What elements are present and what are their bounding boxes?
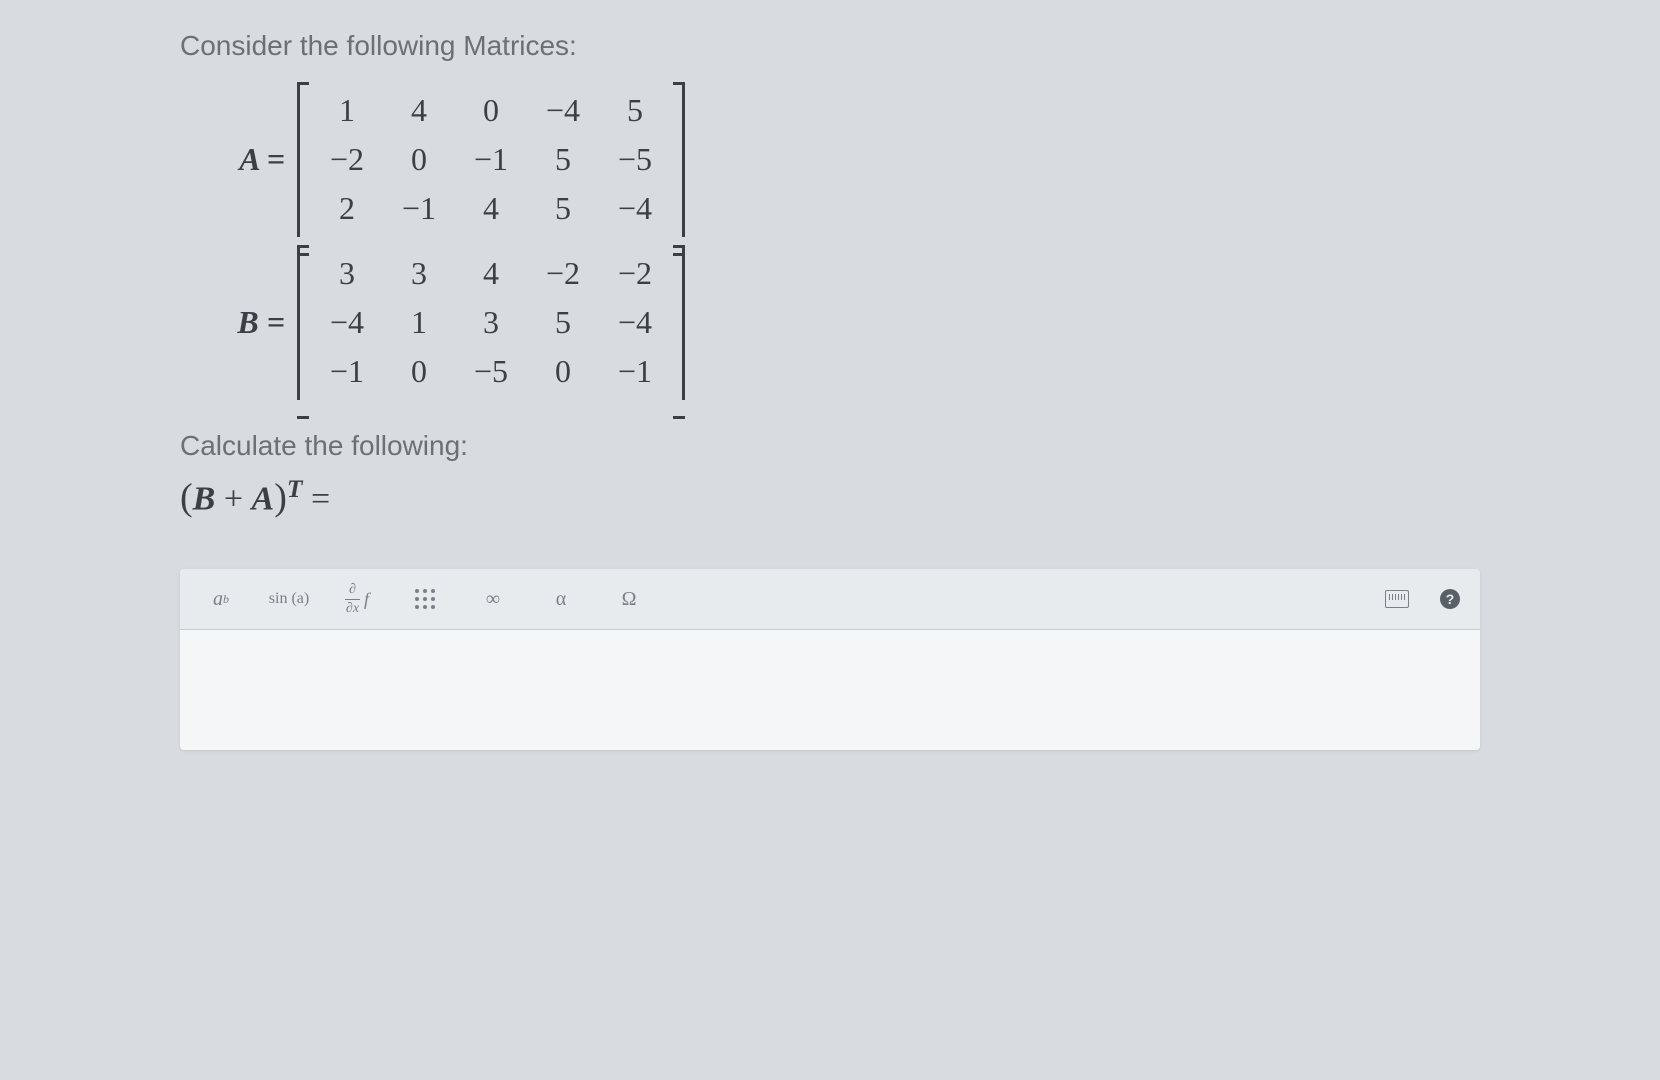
plus-sign: + <box>215 480 251 517</box>
formula: (B + A)T = <box>180 474 1480 519</box>
matrix-cell: −4 <box>329 304 365 341</box>
matrix-cell: 3 <box>473 304 509 341</box>
matrix-cell: 5 <box>617 92 653 129</box>
matrix-cell: 0 <box>545 353 581 390</box>
power-button[interactable]: ab <box>200 583 242 615</box>
math-editor: ab sin (a) ∂ ∂x f ∞ α Ω ? <box>180 569 1480 750</box>
bracket-right-icon <box>671 82 685 237</box>
matrix-cell: −1 <box>473 141 509 178</box>
matrix-cell: 1 <box>401 304 437 341</box>
matrix-cell: 1 <box>329 92 365 129</box>
matrix-cell: −4 <box>545 92 581 129</box>
matrix-cell: 5 <box>545 190 581 227</box>
matrix-cell: 4 <box>473 255 509 292</box>
omega-button[interactable]: Ω <box>608 583 650 615</box>
bracket-left-icon <box>297 245 311 400</box>
matrix-cell: 0 <box>401 141 437 178</box>
matrix-cell: −1 <box>401 190 437 227</box>
matrix-b: B = 334−2−2−4135−4−10−50−1 <box>220 245 1480 400</box>
rparen: ) <box>274 476 287 518</box>
matrix-cell: 3 <box>329 255 365 292</box>
bracket-right-icon <box>671 245 685 400</box>
matrix-cell: 5 <box>545 141 581 178</box>
matrix-cell: 0 <box>473 92 509 129</box>
matrix-cell: 3 <box>401 255 437 292</box>
alpha-button[interactable]: α <box>540 583 582 615</box>
matrix-a-grid: 140−45−20−15−52−145−4 <box>311 82 671 237</box>
matrix-cell: −4 <box>617 304 653 341</box>
matrices-block: A = 140−45−20−15−52−145−4 B = 334−2−2−41… <box>180 82 1480 400</box>
bracket-left-icon <box>297 82 311 237</box>
equals-sign: = <box>302 480 330 517</box>
matrix-cell: 4 <box>401 92 437 129</box>
transpose-superscript: T <box>287 474 303 503</box>
dots-icon <box>415 589 436 610</box>
matrix-a: A = 140−45−20−15−52−145−4 <box>220 82 1480 237</box>
matrix-cell: −1 <box>617 353 653 390</box>
matrix-cell: 2 <box>329 190 365 227</box>
var-b: B <box>193 480 216 517</box>
matrix-b-label: B = <box>220 304 285 341</box>
answer-input[interactable] <box>180 630 1480 750</box>
keyboard-icon <box>1385 590 1409 608</box>
matrix-cell: −4 <box>617 190 653 227</box>
matrix-cell: 0 <box>401 353 437 390</box>
matrix-cell: −1 <box>329 353 365 390</box>
matrix-button[interactable] <box>404 583 446 615</box>
infinity-button[interactable]: ∞ <box>472 583 514 615</box>
calc-prompt: Calculate the following: <box>180 430 1480 462</box>
matrix-b-grid: 334−2−2−4135−4−10−50−1 <box>311 245 671 400</box>
matrix-cell: −2 <box>545 255 581 292</box>
intro-text: Consider the following Matrices: <box>180 30 1480 62</box>
var-a: A <box>252 480 275 517</box>
editor-toolbar: ab sin (a) ∂ ∂x f ∞ α Ω ? <box>180 569 1480 630</box>
matrix-cell: −5 <box>473 353 509 390</box>
help-button[interactable]: ? <box>1440 589 1460 609</box>
matrix-cell: 5 <box>545 304 581 341</box>
matrix-a-label: A = <box>220 141 285 178</box>
fraction-button[interactable]: ∂ ∂x f <box>336 583 378 615</box>
matrix-cell: −2 <box>329 141 365 178</box>
keyboard-button[interactable] <box>1376 583 1418 615</box>
sin-button[interactable]: sin (a) <box>268 583 310 615</box>
matrix-cell: −5 <box>617 141 653 178</box>
matrix-cell: −2 <box>617 255 653 292</box>
lparen: ( <box>180 476 193 518</box>
matrix-cell: 4 <box>473 190 509 227</box>
